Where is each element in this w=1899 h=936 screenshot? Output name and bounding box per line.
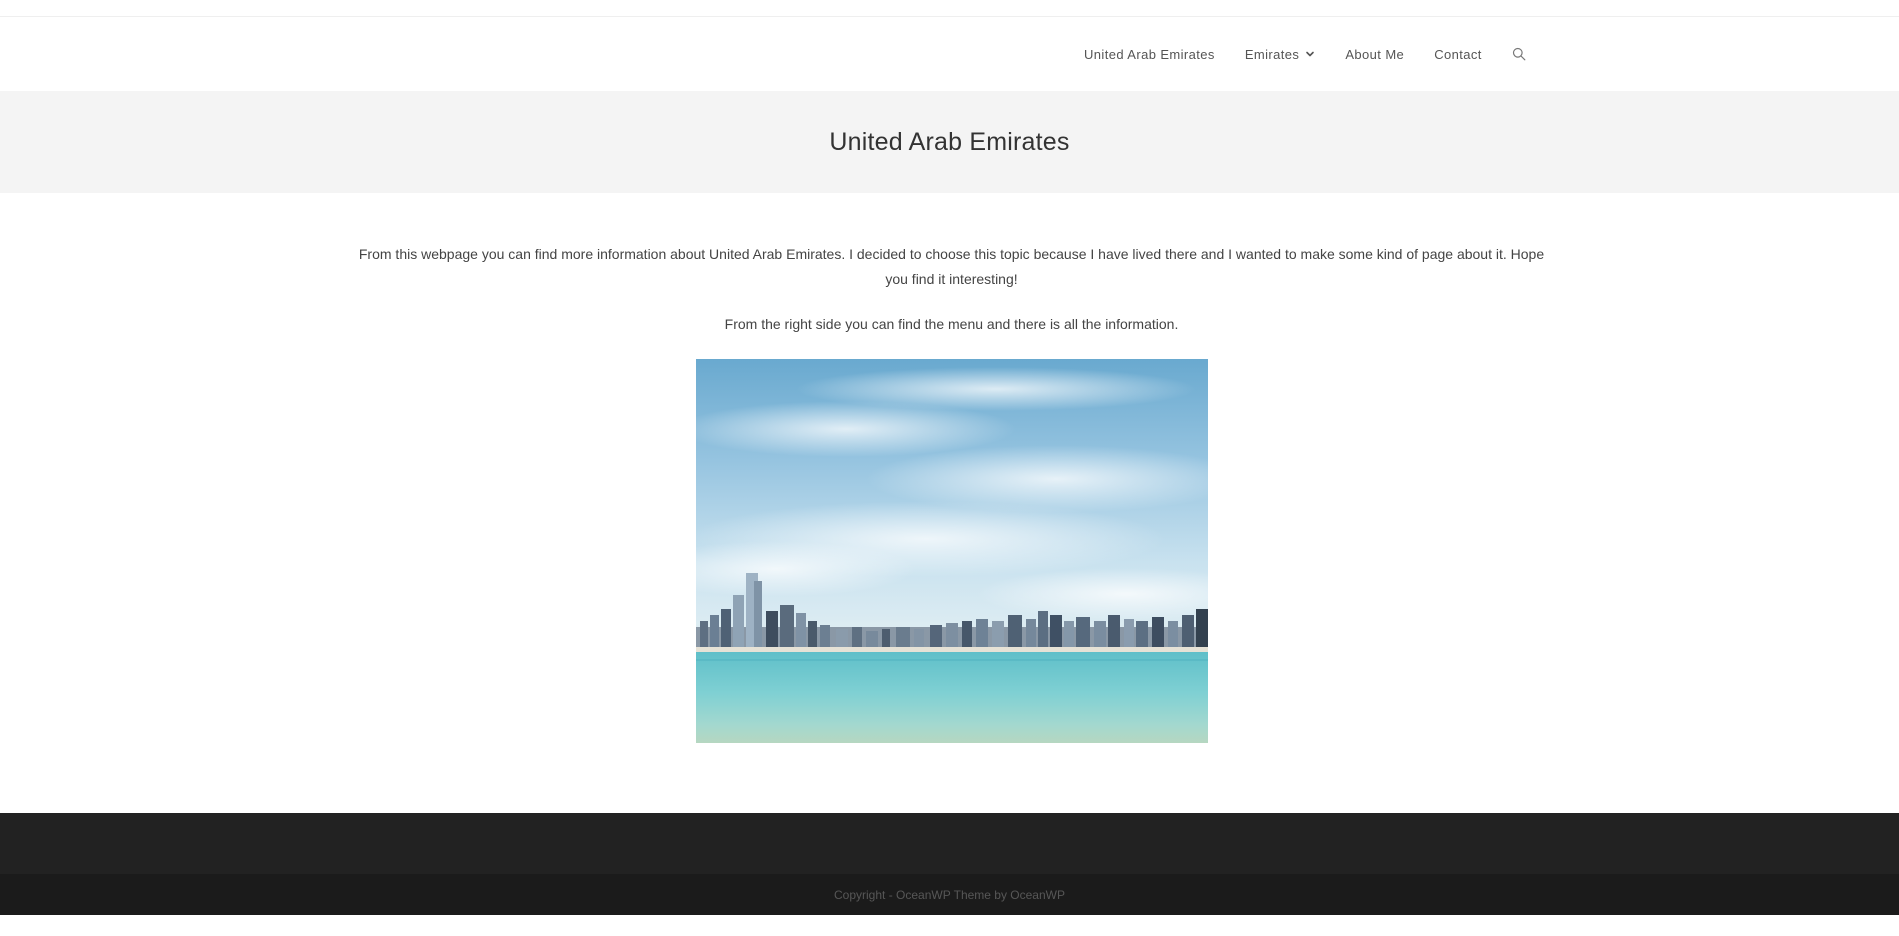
page-header: United Arab Emirates xyxy=(0,91,1899,193)
intro-paragraph: From this webpage you can find more info… xyxy=(358,246,1545,287)
site-header: United Arab Emirates Emirates About Me C… xyxy=(0,17,1899,91)
footer-bottom: Copyright - OceanWP Theme by OceanWP xyxy=(0,874,1899,915)
page: United Arab Emirates Emirates About Me C… xyxy=(0,0,1899,936)
nav-item-emirates[interactable]: Emirates xyxy=(1245,17,1316,91)
menu-hint-paragraph: From the right side you can find the men… xyxy=(724,316,1179,332)
skyline-image xyxy=(696,359,1208,743)
footer-widgets xyxy=(0,813,1899,874)
nav-item-contact[interactable]: Contact xyxy=(1434,17,1482,91)
copyright-text: Copyright - OceanWP Theme by OceanWP xyxy=(834,887,1065,902)
page-content: From this webpage you can find more info… xyxy=(348,242,1555,337)
nav-item-label: Contact xyxy=(1434,46,1482,62)
nav-item-label: About Me xyxy=(1345,46,1405,62)
main-navigation: United Arab Emirates Emirates About Me C… xyxy=(1084,17,1526,91)
nav-item-united-arab-emirates[interactable]: United Arab Emirates xyxy=(1084,17,1215,91)
top-bar xyxy=(0,0,1899,17)
nav-item-label: Emirates xyxy=(1244,46,1300,62)
search-toggle[interactable] xyxy=(1512,17,1526,91)
page-title: United Arab Emirates xyxy=(829,127,1070,156)
chevron-down-icon xyxy=(1306,51,1315,57)
nav-item-about-me[interactable]: About Me xyxy=(1345,17,1404,91)
search-icon xyxy=(1512,47,1526,61)
page-bottom-space xyxy=(0,915,1899,936)
nav-item-label: United Arab Emirates xyxy=(1084,46,1215,62)
